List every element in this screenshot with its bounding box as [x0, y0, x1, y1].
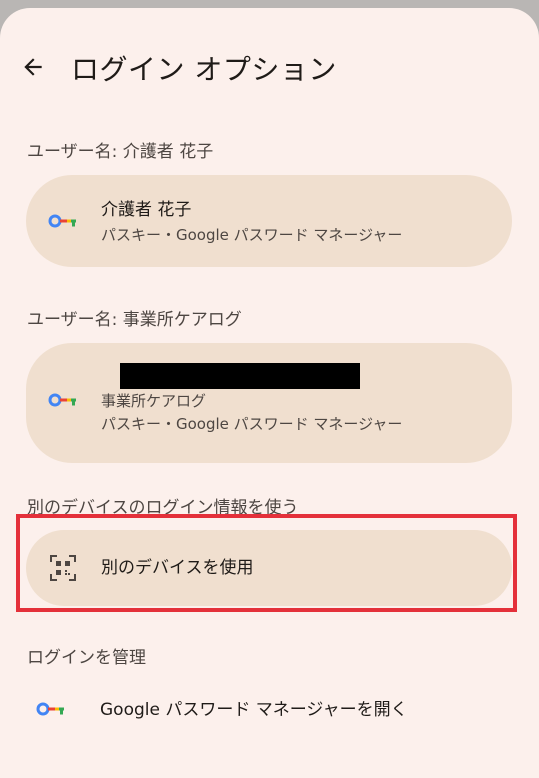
redacted-username: [120, 363, 360, 389]
page-title: ログイン オプション: [71, 53, 337, 86]
card-line1: 事業所ケアログ: [101, 392, 207, 410]
back-button[interactable]: [16, 52, 50, 86]
section-label-user1: ユーザー名: 介護者 花子: [27, 142, 214, 162]
passkey-card-user1[interactable]: 介護者 花子 パスキー・Google パスワード マネージャー: [26, 175, 512, 267]
open-password-manager-label: Google パスワード マネージャーを開く: [100, 700, 408, 720]
section-label-manage: ログインを管理: [27, 648, 146, 668]
card-title: 別のデバイスを使用: [101, 558, 254, 578]
passkey-icon: [48, 391, 80, 409]
card-subtitle: パスキー・Google パスワード マネージャー: [101, 226, 403, 244]
section-label-other-device: 別のデバイスのログイン情報を使う: [27, 498, 299, 518]
passkey-card-user2[interactable]: 事業所ケアログ パスキー・Google パスワード マネージャー: [26, 343, 512, 463]
section-label-user2: ユーザー名: 事業所ケアログ: [27, 310, 242, 330]
passkey-icon: [36, 700, 68, 722]
card-title: 介護者 花子: [101, 200, 192, 220]
passkey-icon: [48, 212, 80, 230]
qr-scan-icon: [50, 555, 76, 581]
login-options-sheet: ログイン オプション ユーザー名: 介護者 花子 介護者 花子 パスキー・Goo…: [0, 8, 539, 778]
use-other-device-card[interactable]: 別のデバイスを使用: [26, 530, 512, 606]
arrow-left-icon: [20, 54, 46, 84]
open-password-manager-row[interactable]: Google パスワード マネージャーを開く: [0, 690, 539, 734]
header: ログイン オプション: [0, 48, 539, 92]
card-subtitle: パスキー・Google パスワード マネージャー: [101, 415, 403, 433]
